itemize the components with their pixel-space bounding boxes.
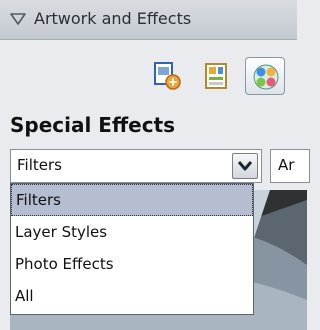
second-select[interactable]: Ar [270,149,310,183]
dropdown-option-all[interactable]: All [11,281,253,313]
chevron-down-icon [238,161,252,171]
filter-select[interactable]: Filters [10,149,262,183]
collapse-arrow-icon[interactable] [10,13,26,25]
effects-icon [253,64,279,90]
themes-icon [205,63,227,89]
dropdown-button[interactable] [232,153,258,179]
dropdown-option-layer-styles[interactable]: Layer Styles [11,217,253,249]
dropdown-option-photo-effects[interactable]: Photo Effects [11,249,253,281]
themes-button[interactable] [196,57,236,95]
second-select-value: Ar [278,156,295,174]
panel-header[interactable]: Artwork and Effects [0,0,297,40]
artwork-button[interactable] [147,57,187,95]
toolbar [0,41,297,109]
dropdown-option-filters[interactable]: Filters [11,184,253,216]
filter-dropdown-list: Filters Layer Styles Photo Effects All [10,183,254,315]
section-title: Special Effects [10,113,176,137]
effects-button[interactable] [245,57,285,95]
panel-title: Artwork and Effects [34,9,192,28]
filter-select-value: Filters [17,156,62,174]
artwork-icon [154,62,181,90]
